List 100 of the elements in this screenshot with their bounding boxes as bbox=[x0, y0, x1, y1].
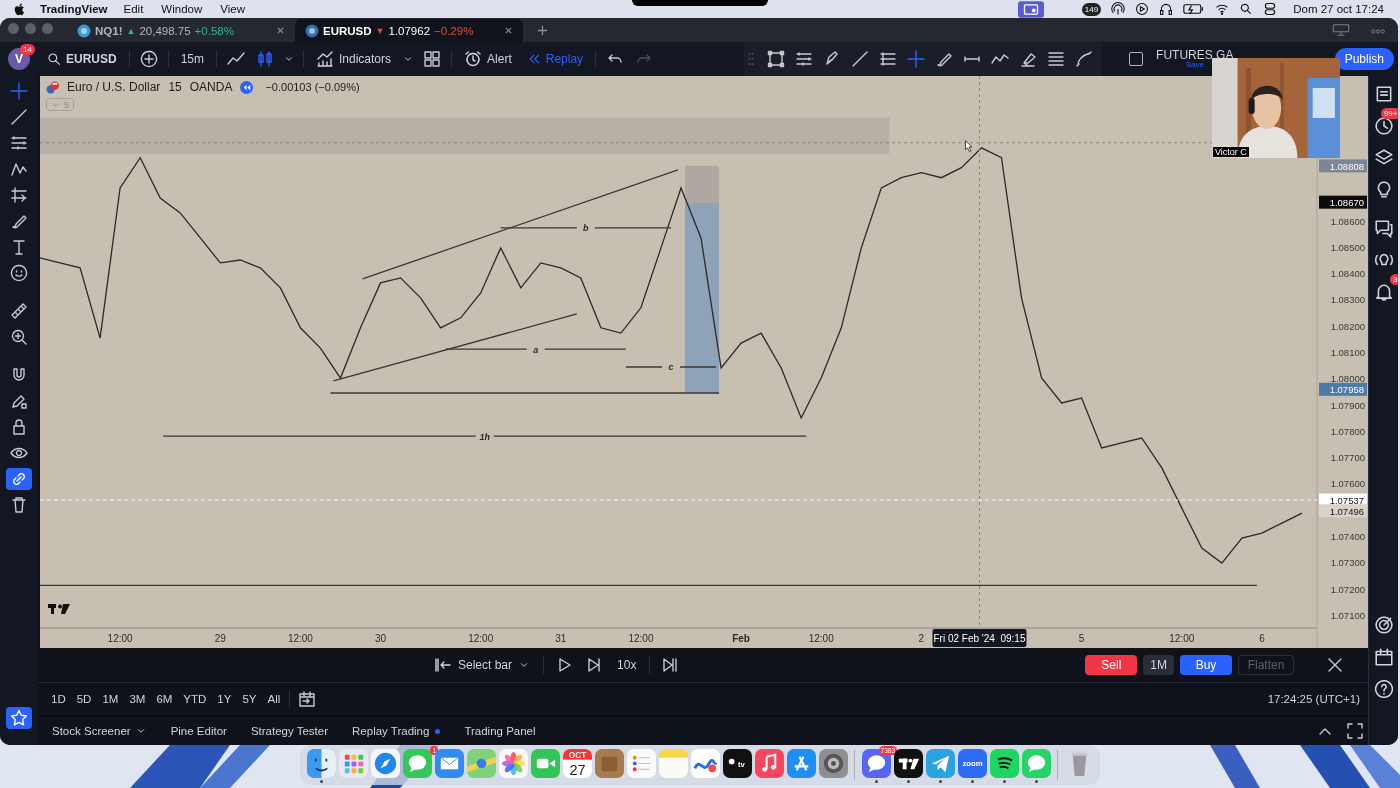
trend-arrow: ▲ bbox=[126, 25, 136, 36]
price-axis-label: 1.07300 bbox=[1330, 557, 1365, 569]
browser-tab[interactable]: EURUSD ▼ 1.07962 −0.29% bbox=[295, 19, 523, 42]
range-button[interactable]: 5Y bbox=[237, 688, 262, 710]
panel-tab[interactable]: Strategy Tester bbox=[240, 719, 339, 743]
magnet-icon bbox=[10, 366, 28, 384]
notification-badge: 3 bbox=[1390, 274, 1398, 285]
replay-button[interactable]: Replay bbox=[520, 46, 590, 72]
range-button[interactable]: 1D bbox=[46, 688, 71, 710]
chat-icon bbox=[1373, 218, 1394, 238]
chart-markup-drawing[interactable]: b a c 1h bbox=[39, 169, 1258, 587]
screen-share-icon[interactable] bbox=[1017, 0, 1044, 18]
close-icon[interactable] bbox=[276, 26, 285, 35]
price-axis-label: 1.07400 bbox=[1330, 531, 1365, 542]
menu-item[interactable]: Window bbox=[161, 3, 203, 15]
text-icon bbox=[10, 238, 28, 256]
line-tool-icon bbox=[851, 50, 870, 68]
range-button[interactable]: 1M bbox=[97, 688, 124, 710]
range-button[interactable]: 5D bbox=[71, 688, 97, 710]
save-link[interactable]: Save bbox=[1185, 61, 1204, 69]
smiley-icon bbox=[10, 264, 28, 282]
monitor-icon[interactable] bbox=[1332, 24, 1350, 36]
price-axis-label: 1.07900 bbox=[1330, 399, 1365, 411]
price-axis-label: 1.08300 bbox=[1330, 294, 1365, 306]
menu-item[interactable]: View bbox=[220, 3, 245, 15]
box-icon[interactable] bbox=[594, 749, 624, 778]
drawing-tool-button[interactable] bbox=[6, 468, 32, 490]
new-tab-icon[interactable] bbox=[537, 25, 548, 36]
indicators-icon bbox=[316, 50, 334, 68]
checkbox[interactable] bbox=[1129, 52, 1144, 66]
time-axis-label: 5 bbox=[1078, 633, 1085, 644]
sound-waves-icon[interactable] bbox=[989, 749, 1019, 778]
target-icon bbox=[1373, 615, 1394, 635]
star-icon bbox=[10, 709, 28, 727]
checklist-icon[interactable] bbox=[626, 749, 656, 778]
time-zone-clock[interactable]: 17:24:25 (UTC+1) bbox=[1267, 693, 1360, 705]
apple-icon[interactable] bbox=[14, 2, 26, 16]
trash-icon bbox=[10, 496, 28, 514]
browser-tab[interactable]: NQ1! ▲ 20,498.75 +0.58% bbox=[67, 19, 295, 42]
app-grid-icon[interactable] bbox=[338, 749, 368, 778]
play-circle-icon[interactable] bbox=[1135, 2, 1150, 16]
app-menu[interactable]: TradingView bbox=[40, 3, 108, 15]
grid-icon bbox=[423, 50, 442, 68]
horizontal-lines-icon bbox=[795, 50, 814, 68]
indicators-button[interactable]: Indicators bbox=[310, 46, 398, 72]
headphones-icon[interactable] bbox=[1159, 2, 1174, 16]
gear-icon[interactable] bbox=[818, 749, 848, 778]
compass-icon[interactable] bbox=[370, 749, 400, 778]
symbol-search-button[interactable]: EURUSD bbox=[41, 46, 123, 72]
wifi-icon[interactable] bbox=[1215, 2, 1230, 16]
menu-bar-clock: Dom 27 oct 17:24 bbox=[1293, 3, 1384, 15]
video-icon[interactable]: zoom bbox=[957, 749, 987, 778]
speed-button[interactable]: 10x bbox=[611, 652, 643, 678]
rewind-icon[interactable] bbox=[240, 80, 254, 94]
favorites-button[interactable] bbox=[6, 707, 32, 729]
range-button[interactable]: 1Y bbox=[212, 688, 237, 710]
publish-button[interactable]: Publish bbox=[1334, 48, 1394, 70]
short-position-box[interactable] bbox=[685, 165, 720, 393]
control-center-icon[interactable] bbox=[1263, 2, 1278, 16]
lines-icon bbox=[1047, 50, 1066, 68]
panel-tab[interactable]: Replay Trading bbox=[342, 719, 451, 743]
interval-button[interactable]: 15m bbox=[174, 46, 210, 72]
broadcast-icon[interactable] bbox=[1111, 2, 1126, 16]
app-store-icon[interactable] bbox=[786, 749, 816, 778]
battery-icon[interactable] bbox=[1183, 2, 1206, 16]
drag-handle-icon[interactable] bbox=[748, 52, 755, 66]
tv-icon[interactable]: tv bbox=[722, 749, 752, 778]
curve-icon bbox=[1075, 50, 1094, 68]
chart-logo-icon[interactable] bbox=[893, 749, 923, 778]
flower-icon[interactable] bbox=[498, 749, 528, 778]
panel-tab[interactable]: Stock Screener bbox=[42, 719, 157, 743]
more-icon[interactable] bbox=[1370, 28, 1386, 35]
scribble-icon[interactable] bbox=[690, 749, 720, 778]
music-note-icon[interactable] bbox=[754, 749, 784, 778]
bell-icon bbox=[1373, 282, 1394, 302]
menu-item[interactable]: Edit bbox=[123, 3, 144, 15]
pattern-icon bbox=[10, 160, 28, 178]
maximize-icon bbox=[1346, 722, 1364, 740]
zoom-icon bbox=[10, 328, 28, 346]
search-icon[interactable] bbox=[1239, 2, 1254, 16]
panel-tab[interactable]: Trading Panel bbox=[454, 719, 546, 743]
range-button[interactable]: 6M bbox=[151, 688, 178, 710]
time-axis-label: 12:00 bbox=[468, 633, 494, 644]
envelope-icon[interactable] bbox=[434, 749, 464, 778]
alert-button[interactable]: Alert bbox=[458, 46, 518, 72]
range-button[interactable]: YTD bbox=[178, 688, 212, 710]
range-button[interactable]: All bbox=[262, 688, 286, 710]
sell-button[interactable]: Sell bbox=[1085, 655, 1138, 675]
map-icon[interactable] bbox=[466, 749, 496, 778]
range-button[interactable]: 3M bbox=[124, 688, 151, 710]
face-icon[interactable] bbox=[306, 749, 336, 778]
symbol-title[interactable]: Euro / U.S. Dollar bbox=[67, 80, 161, 94]
quantity-field[interactable]: 1M bbox=[1143, 655, 1174, 675]
select-bar-button[interactable]: Select bar bbox=[428, 652, 537, 678]
price-change: −0.00103 (−0.09%) bbox=[265, 81, 360, 93]
panel-tab[interactable]: Pine Editor bbox=[160, 719, 237, 743]
search-icon bbox=[47, 52, 61, 66]
close-icon[interactable] bbox=[504, 26, 513, 35]
status-badge[interactable]: 149 bbox=[1081, 2, 1102, 16]
buy-button[interactable]: Buy bbox=[1180, 655, 1232, 675]
